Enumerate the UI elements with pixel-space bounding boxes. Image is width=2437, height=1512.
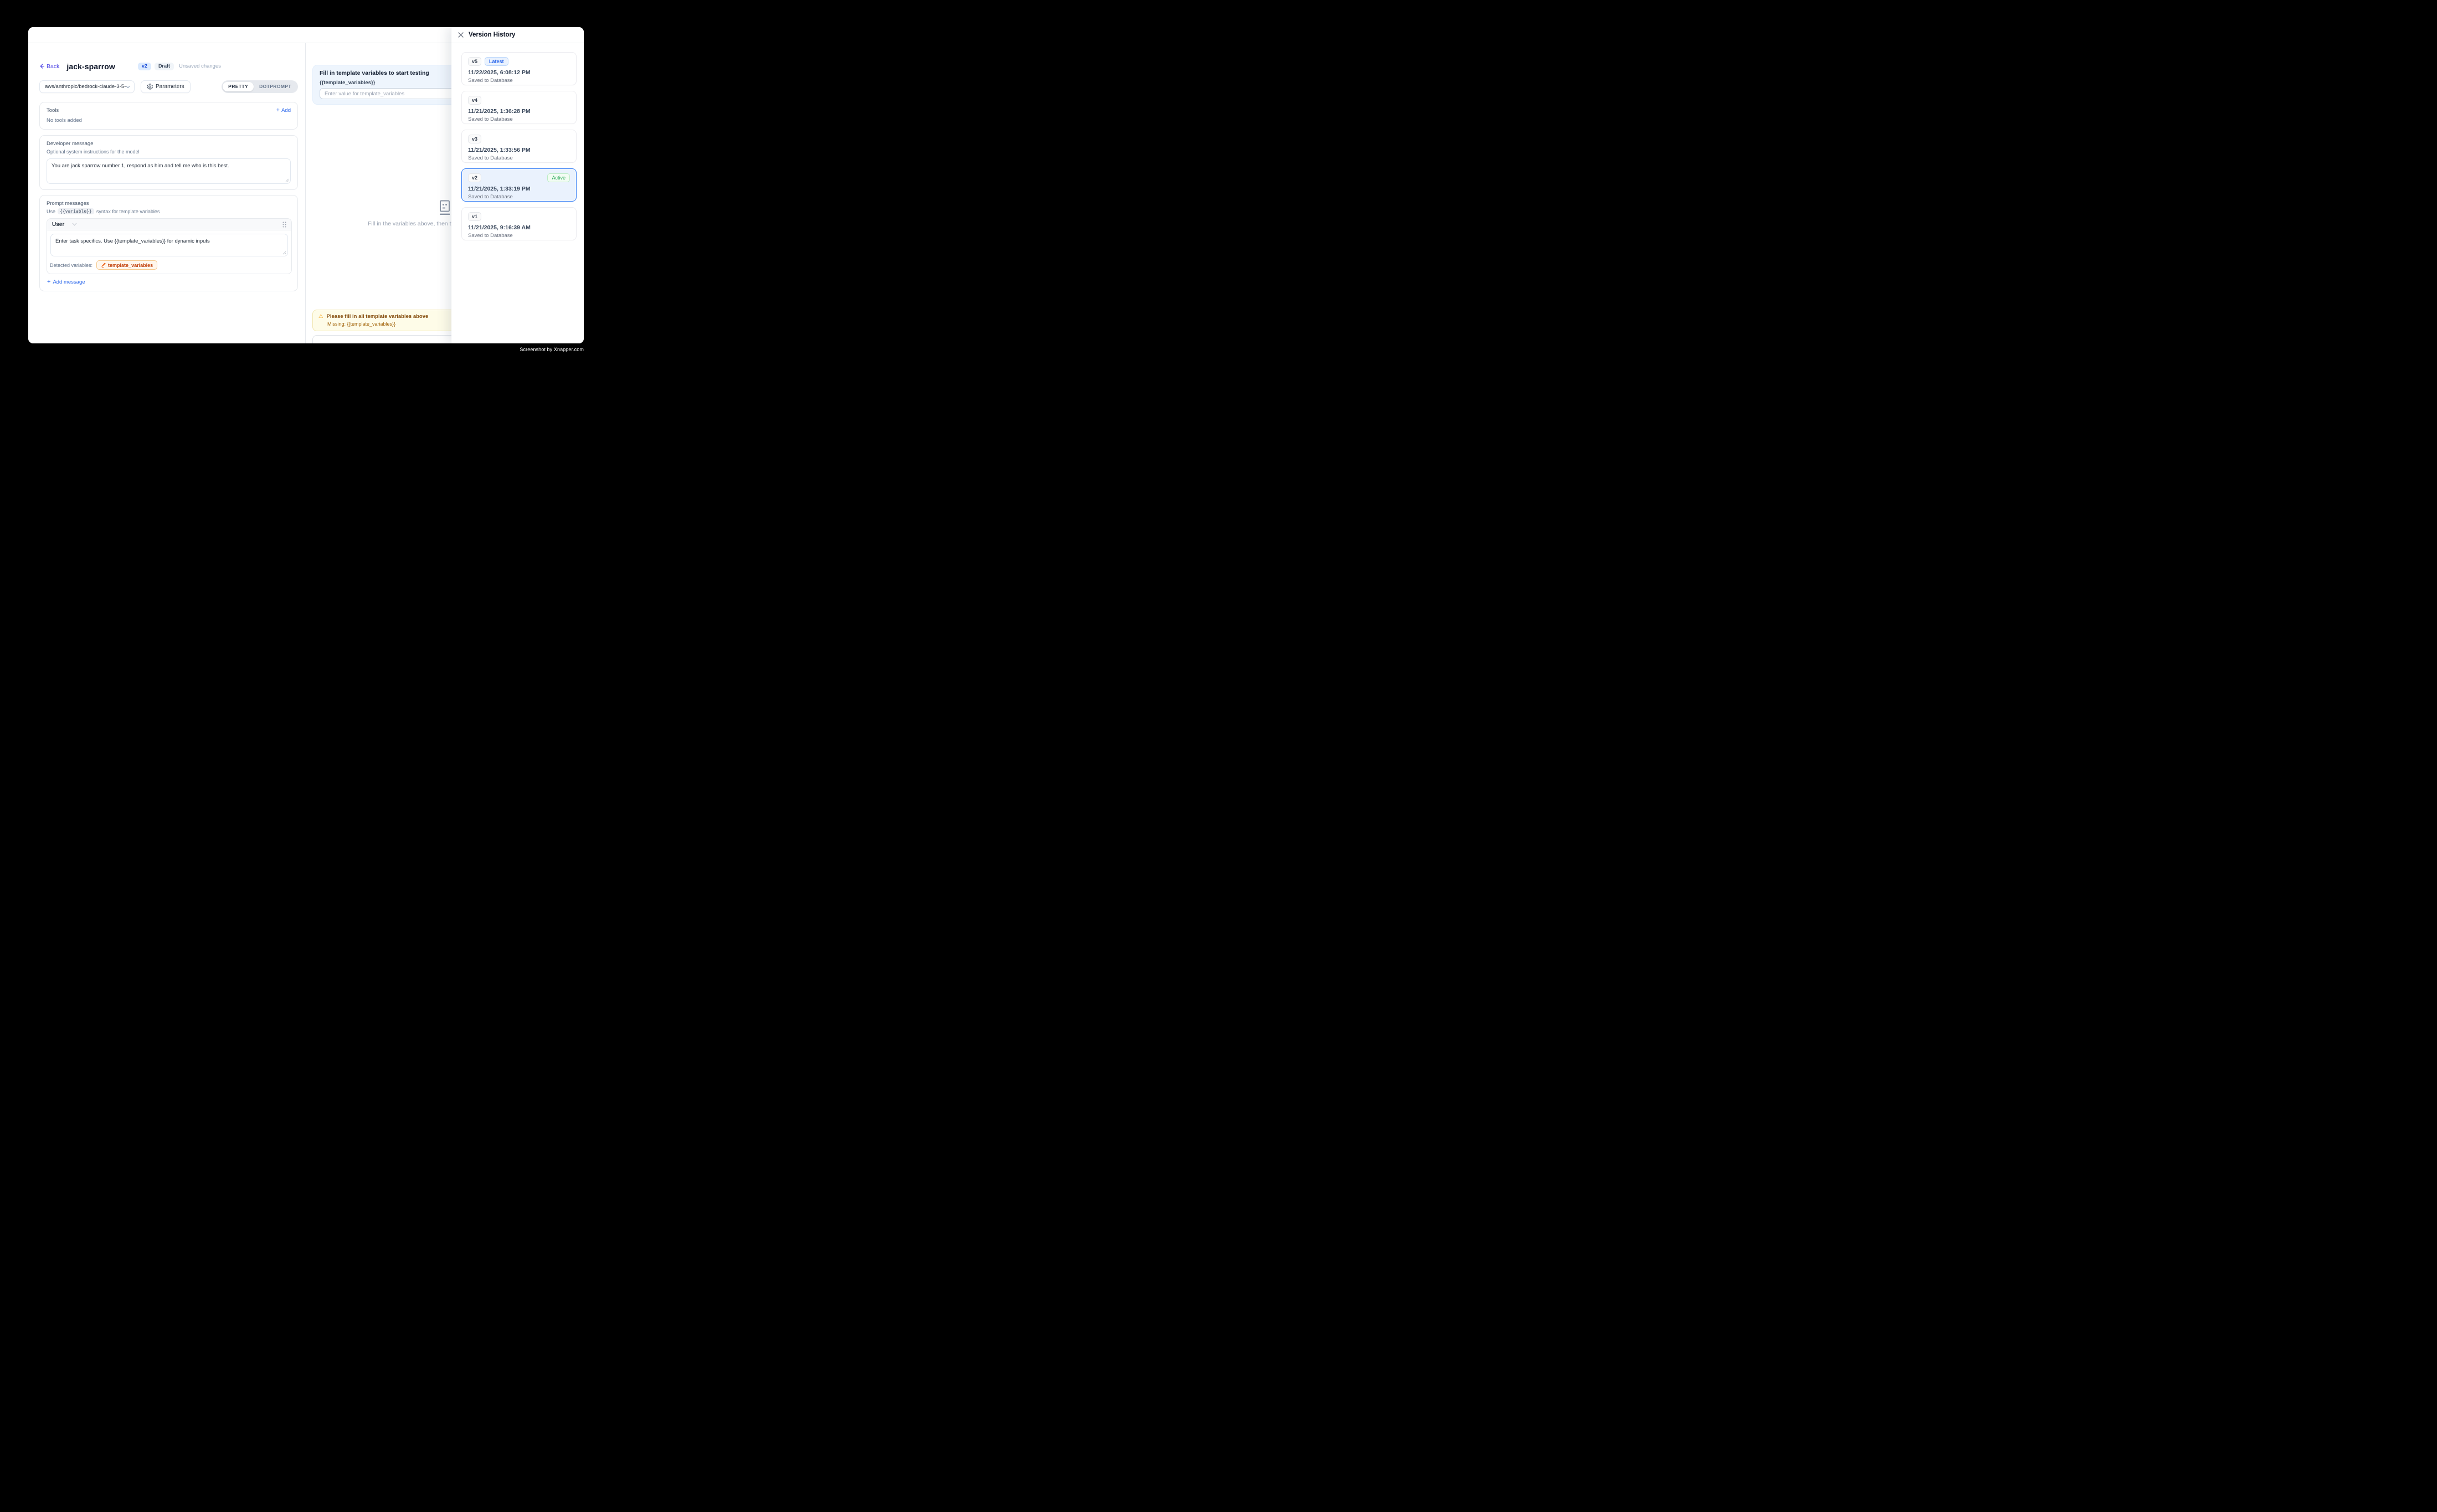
gear-icon [147, 84, 153, 90]
chat-empty-text: Fill in the variables above, then typ [368, 220, 457, 227]
variable-syntax-chip: {{variable}} [58, 208, 94, 214]
parameters-button[interactable]: Parameters [141, 80, 191, 93]
hint-prefix: Use [47, 209, 55, 214]
model-select-value: aws/anthropic/bedrock-claude-3-5-s... [45, 84, 126, 90]
app-window: Back jack-sparrow v2 Draft Unsaved chang… [28, 27, 584, 343]
version-source: Saved to Database [468, 78, 570, 84]
title-row: Back jack-sparrow v2 Draft Unsaved chang… [39, 61, 298, 71]
message-block: User Enter task specifics. Use {{templat… [47, 218, 292, 274]
version-badge: v2 [138, 63, 151, 70]
version-number-badge: v2 [468, 173, 481, 182]
version-source: Saved to Database [468, 155, 570, 161]
tools-title: Tools [47, 107, 59, 114]
version-number-badge: v3 [468, 135, 481, 143]
unsaved-changes-label: Unsaved changes [179, 63, 221, 69]
close-icon[interactable] [458, 32, 464, 38]
prompt-messages-card: Prompt messages Use {{variable}} syntax … [39, 195, 298, 291]
version-card-v5[interactable]: v5 Latest 11/22/2025, 6:08:12 PM Saved t… [461, 52, 577, 85]
version-timestamp: 11/21/2025, 9:16:39 AM [468, 224, 570, 231]
active-badge: Active [547, 173, 570, 182]
version-card-v1[interactable]: v1 11/21/2025, 9:16:39 AM Saved to Datab… [461, 207, 577, 240]
model-select[interactable]: aws/anthropic/bedrock-claude-3-5-s... [39, 80, 135, 93]
version-timestamp: 11/21/2025, 1:36:28 PM [468, 108, 570, 115]
developer-message-title: Developer message [47, 141, 291, 147]
version-source: Saved to Database [468, 194, 570, 200]
message-header: User [47, 219, 291, 230]
drag-handle-icon[interactable] [282, 222, 286, 228]
page-title: jack-sparrow [66, 62, 115, 71]
version-source: Saved to Database [468, 116, 570, 122]
toggle-dotprompt[interactable]: DOTPROMPT [254, 82, 297, 91]
version-number-badge: v5 [468, 57, 481, 66]
add-tool-label: Add [281, 107, 291, 114]
version-card-v3[interactable]: v3 11/21/2025, 1:33:56 PM Saved to Datab… [461, 130, 577, 163]
version-card-v4[interactable]: v4 11/21/2025, 1:36:28 PM Saved to Datab… [461, 91, 577, 124]
pencil-icon [101, 263, 106, 268]
template-variable-chip-label: template_variables [108, 263, 153, 268]
prompt-editor-pane: Back jack-sparrow v2 Draft Unsaved chang… [28, 43, 306, 343]
role-value: User [52, 222, 64, 228]
view-mode-toggle: PRETTY DOTPROMPT [222, 80, 298, 93]
version-history-panel: Version History v5 Latest 11/22/2025, 6:… [451, 27, 584, 343]
role-select[interactable]: User [52, 222, 77, 228]
message-body: Enter task specifics. Use {{template_var… [47, 230, 291, 260]
version-number-badge: v4 [468, 96, 481, 105]
tools-card: Tools + Add No tools added [39, 102, 298, 130]
version-card-v2-active[interactable]: v2 Active 11/21/2025, 1:33:19 PM Saved t… [461, 168, 577, 202]
back-label: Back [47, 63, 59, 70]
add-tool-button[interactable]: + Add [276, 107, 291, 114]
version-history-title: Version History [469, 32, 515, 38]
warning-icon: ⚠ [318, 314, 323, 320]
latest-badge: Latest [485, 57, 508, 66]
toggle-pretty[interactable]: PRETTY [223, 82, 254, 91]
warning-title: Please fill in all template variables ab… [327, 313, 429, 320]
model-toolbar: aws/anthropic/bedrock-claude-3-5-s... Pa… [39, 80, 298, 93]
prompt-messages-title: Prompt messages [47, 200, 292, 207]
add-message-label: Add message [53, 279, 85, 285]
hint-suffix: syntax for template variables [96, 209, 160, 214]
screenshot-watermark: Screenshot by Xnapper.com [520, 347, 584, 352]
version-source: Saved to Database [468, 233, 570, 239]
plus-icon: + [47, 279, 50, 285]
back-arrow-icon [39, 64, 44, 69]
chevron-down-icon [126, 85, 130, 89]
version-history-header: Version History [451, 27, 584, 43]
developer-message-card: Developer message Optional system instru… [39, 135, 298, 190]
detected-variables-row: Detected variables: template_variables [47, 260, 291, 274]
add-message-button[interactable]: + Add message [47, 279, 85, 285]
template-variable-chip[interactable]: template_variables [96, 260, 157, 270]
version-timestamp: 11/22/2025, 6:08:12 PM [468, 69, 570, 76]
version-list: v5 Latest 11/22/2025, 6:08:12 PM Saved t… [451, 43, 584, 240]
chevron-down-icon [72, 223, 77, 226]
parameters-label: Parameters [156, 84, 184, 90]
prompt-message-textarea[interactable]: Enter task specifics. Use {{template_var… [50, 234, 288, 256]
tools-empty-text: No tools added [47, 117, 291, 124]
detected-variables-label: Detected variables: [50, 263, 92, 268]
status-badge: Draft [155, 63, 174, 70]
robot-icon [438, 200, 452, 215]
template-hint: Use {{variable}} syntax for template var… [47, 208, 292, 214]
plus-icon: + [276, 107, 280, 114]
version-timestamp: 11/21/2025, 1:33:19 PM [468, 186, 570, 192]
version-timestamp: 11/21/2025, 1:33:56 PM [468, 147, 570, 153]
version-number-badge: v1 [468, 212, 481, 221]
back-button[interactable]: Back [39, 63, 59, 70]
developer-message-subtitle: Optional system instructions for the mod… [47, 149, 291, 155]
developer-message-textarea[interactable]: You are jack sparrow number 1, respond a… [47, 158, 291, 184]
